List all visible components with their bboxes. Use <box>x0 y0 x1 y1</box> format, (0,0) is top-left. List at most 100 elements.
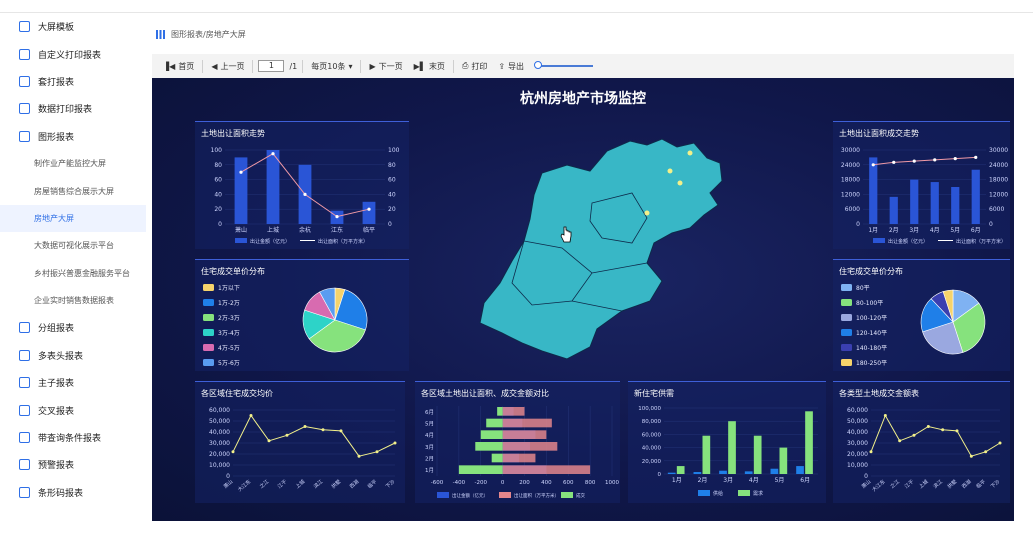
line-point[interactable] <box>321 428 325 432</box>
line-point[interactable] <box>969 454 973 458</box>
line-point[interactable] <box>926 425 930 428</box>
line-point[interactable] <box>912 433 916 437</box>
map-marker[interactable] <box>667 168 673 174</box>
bar[interactable] <box>805 411 813 474</box>
line-point[interactable] <box>941 428 945 432</box>
bar[interactable] <box>502 407 525 416</box>
x-tick-label: 800 <box>585 480 596 486</box>
sidebar-item-4[interactable]: 图形报表 <box>0 123 146 150</box>
line-point[interactable] <box>393 441 397 445</box>
line-point[interactable] <box>267 439 271 443</box>
line-point[interactable] <box>974 155 978 159</box>
bar[interactable] <box>910 179 919 224</box>
line-point[interactable] <box>231 450 235 454</box>
map-region[interactable] <box>479 138 723 360</box>
bar[interactable] <box>869 157 878 224</box>
prev-page-button[interactable]: ◀ 上一页 <box>208 61 247 72</box>
y-tick-label: 1月 <box>425 467 434 474</box>
sidebar-item-0[interactable]: 大屏模板 <box>0 13 146 40</box>
page-number-input[interactable]: 1 <box>258 60 285 72</box>
line-point[interactable] <box>303 192 307 196</box>
line-point[interactable] <box>335 215 339 219</box>
bar[interactable] <box>744 471 753 474</box>
sidebar-item-2[interactable]: 套打报表 <box>0 68 146 95</box>
sidebar-item-14[interactable]: 交叉报表 <box>0 396 146 423</box>
bar[interactable] <box>930 182 939 224</box>
bar[interactable] <box>502 453 536 463</box>
sidebar-item-8[interactable]: 大数据可视化展示平台 <box>0 232 146 259</box>
line-point[interactable] <box>239 170 243 174</box>
line-point[interactable] <box>249 414 253 417</box>
legend-swatch <box>841 314 852 321</box>
bar[interactable] <box>234 157 248 224</box>
bar[interactable] <box>486 418 503 428</box>
sidebar-item-10[interactable]: 企业实时销售数据报表 <box>0 287 146 314</box>
sidebar-item-5[interactable]: 制作业产能监控大屏 <box>0 150 146 177</box>
bar[interactable] <box>796 466 804 474</box>
bar[interactable] <box>480 430 503 439</box>
line-point[interactable] <box>955 429 959 433</box>
sidebar-item-1[interactable]: 自定义打印报表 <box>0 40 146 67</box>
map-marker[interactable] <box>687 150 693 156</box>
bar[interactable] <box>497 407 503 416</box>
line-point[interactable] <box>869 450 873 454</box>
next-page-button[interactable]: ▶ 下一页 <box>366 61 405 72</box>
map-marker[interactable] <box>644 210 650 216</box>
line-point[interactable] <box>367 207 371 211</box>
bar[interactable] <box>502 465 591 474</box>
line-point[interactable] <box>998 441 1002 445</box>
line-point[interactable] <box>933 158 937 162</box>
line-point[interactable] <box>285 433 289 437</box>
print-button[interactable]: ⎙ 打印 <box>459 61 490 72</box>
bar[interactable] <box>502 430 547 439</box>
zoom-slider-knob[interactable] <box>534 61 543 69</box>
zoom-slider[interactable] <box>534 61 594 69</box>
sidebar-item-12[interactable]: 多表头报表 <box>0 342 146 369</box>
line-point[interactable] <box>898 439 902 443</box>
line-point[interactable] <box>892 160 896 164</box>
line-point[interactable] <box>912 159 916 163</box>
first-page-button[interactable]: ▐◀ 首页 <box>160 61 197 72</box>
bar[interactable] <box>458 465 503 474</box>
last-page-button[interactable]: ▶▌ 末页 <box>411 61 448 72</box>
bar[interactable] <box>502 418 552 428</box>
bar[interactable] <box>491 453 503 463</box>
sidebar-item-3[interactable]: 数据打印报表 <box>0 95 146 122</box>
bar[interactable] <box>889 196 898 224</box>
bar[interactable] <box>667 472 676 474</box>
bar[interactable] <box>728 421 736 474</box>
bar[interactable] <box>951 187 960 224</box>
bar[interactable] <box>693 472 702 474</box>
bar[interactable] <box>971 169 980 224</box>
per-page-select[interactable]: 每页10条 ▾ <box>308 61 355 72</box>
line-point[interactable] <box>871 163 875 167</box>
line-point[interactable] <box>339 429 343 433</box>
export-button[interactable]: ⇪ 导出 <box>495 61 527 72</box>
line-point[interactable] <box>303 425 307 428</box>
bar[interactable] <box>770 468 779 474</box>
bar[interactable] <box>719 470 727 474</box>
bar[interactable] <box>779 447 788 474</box>
sidebar-item-9[interactable]: 乡村振兴普惠金融服务平台 <box>0 260 146 287</box>
line-point[interactable] <box>883 414 887 417</box>
bar[interactable] <box>676 466 685 474</box>
bar[interactable] <box>753 435 762 474</box>
sidebar-item-6[interactable]: 房屋销售综合展示大屏 <box>0 177 146 204</box>
line-point[interactable] <box>375 450 379 454</box>
map-marker[interactable] <box>677 180 683 186</box>
bar[interactable] <box>266 150 280 224</box>
bar[interactable] <box>502 442 558 451</box>
line-point[interactable] <box>953 157 957 161</box>
sidebar-item-15[interactable]: 带查询条件报表 <box>0 424 146 451</box>
sidebar-item-7[interactable]: 房地产大屏 <box>0 204 146 233</box>
line-point[interactable] <box>984 450 988 454</box>
sidebar-item-11[interactable]: 分组报表 <box>0 314 146 341</box>
bar[interactable] <box>362 201 376 224</box>
bar[interactable] <box>702 435 711 474</box>
sidebar-item-16[interactable]: 预警报表 <box>0 451 146 478</box>
bar[interactable] <box>475 442 503 451</box>
line-point[interactable] <box>271 152 275 156</box>
sidebar-item-13[interactable]: 主子报表 <box>0 369 146 396</box>
line-point[interactable] <box>357 454 361 458</box>
sidebar-item-17[interactable]: 条形码报表 <box>0 479 146 506</box>
